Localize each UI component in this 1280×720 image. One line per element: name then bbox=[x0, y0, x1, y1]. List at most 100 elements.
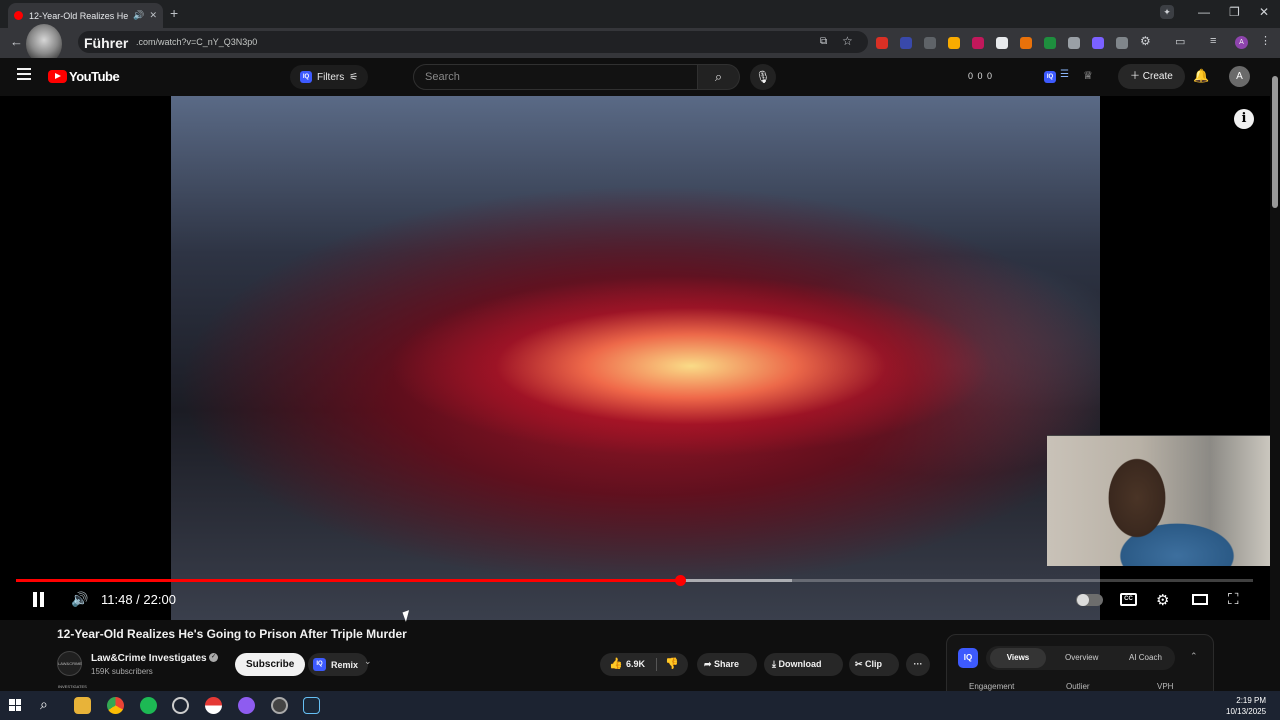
youtube-logo-text[interactable]: YouTube bbox=[69, 69, 120, 84]
extension-orange-icon[interactable] bbox=[1020, 37, 1032, 49]
bookmark-star-icon[interactable]: ☆ bbox=[842, 34, 853, 48]
fullscreen-icon[interactable]: ⛶ bbox=[1228, 591, 1239, 608]
thumbs-down-icon[interactable]: 👎 bbox=[665, 653, 679, 676]
extension-yellow-icon[interactable] bbox=[948, 37, 960, 49]
filters-label: Filters bbox=[317, 71, 345, 83]
search-input[interactable]: Search bbox=[413, 64, 698, 90]
theater-mode-icon[interactable] bbox=[1192, 594, 1208, 605]
obs-icon[interactable] bbox=[172, 697, 189, 714]
pokeball-icon[interactable] bbox=[205, 697, 222, 714]
side-panel-icon[interactable]: ▭ bbox=[1175, 35, 1185, 48]
iq-remix-icon: IQ bbox=[313, 658, 326, 671]
extensions-puzzle-icon[interactable]: ⚙ bbox=[1140, 34, 1151, 48]
windows-start-icon[interactable] bbox=[9, 699, 21, 711]
hamburger-menu-icon[interactable] bbox=[17, 68, 31, 83]
extension-green-icon[interactable] bbox=[1044, 37, 1056, 49]
install-icon[interactable]: ⧉ bbox=[820, 36, 827, 47]
close-window-button[interactable]: ✕ bbox=[1259, 5, 1269, 19]
back-arrow-icon[interactable]: ← bbox=[10, 34, 23, 49]
iq-column-outlier: Outlier bbox=[1066, 682, 1090, 691]
taskbar-search-icon[interactable]: ⌕ bbox=[40, 696, 48, 713]
iq-tab-overview[interactable]: Overview bbox=[1065, 648, 1098, 668]
remix-label: Remix bbox=[331, 659, 359, 670]
profile-avatar-icon[interactable]: A bbox=[1235, 36, 1248, 49]
extension-gray-icon[interactable] bbox=[924, 37, 936, 49]
settings-gear-icon[interactable]: ⚙ bbox=[1156, 591, 1169, 609]
notifications-bell-icon[interactable]: 🔔 bbox=[1193, 68, 1209, 84]
like-dislike-bar: 👍 6.9K 👎 bbox=[600, 653, 688, 676]
more-actions-button[interactable]: ··· bbox=[906, 653, 930, 676]
create-label: Create bbox=[1142, 71, 1173, 82]
microphone-icon[interactable]: 🎙 bbox=[750, 64, 776, 90]
speaker-icon[interactable]: 🔊 bbox=[133, 10, 144, 21]
browser-tab[interactable]: 12-Year-Old Realizes He's G 🔊 ✕ bbox=[8, 3, 163, 28]
steam-icon[interactable] bbox=[303, 697, 320, 714]
media-control-icon[interactable]: ≡ bbox=[1210, 35, 1216, 47]
list-icon[interactable]: ☰ bbox=[1060, 69, 1069, 80]
pause-icon[interactable] bbox=[31, 592, 47, 608]
time-display: 11:48 / 22:00 bbox=[101, 592, 176, 607]
download-button[interactable]: ⤓ Download bbox=[764, 653, 843, 676]
gemini-icon[interactable]: ✦ bbox=[1160, 5, 1174, 19]
share-arrow-icon: ➦ bbox=[704, 659, 715, 669]
clip-label: Clip bbox=[865, 659, 883, 669]
app-icon[interactable] bbox=[271, 697, 288, 714]
extension-white-icon[interactable] bbox=[996, 37, 1008, 49]
youtube-logo-icon[interactable] bbox=[48, 70, 67, 83]
maximize-button[interactable]: ❐ bbox=[1229, 5, 1240, 19]
extension-blue-icon[interactable] bbox=[900, 37, 912, 49]
trophy-icon[interactable]: ♕ bbox=[1083, 69, 1093, 82]
chrome-icon[interactable] bbox=[107, 697, 124, 714]
captions-icon[interactable]: CC bbox=[1120, 593, 1137, 606]
iq-column-vph: VPH bbox=[1157, 682, 1174, 691]
clip-button[interactable]: ✂ Clip bbox=[849, 653, 899, 676]
taskbar-clock[interactable]: 2:19 PM 10/13/2025 bbox=[1226, 695, 1266, 717]
subscribe-button[interactable]: Subscribe bbox=[235, 653, 306, 676]
stats-counters: 0 0 0 bbox=[968, 71, 994, 81]
scrollbar-thumb[interactable] bbox=[1272, 76, 1278, 208]
share-label: Share bbox=[714, 659, 740, 669]
iq-logo-icon: IQ bbox=[958, 648, 978, 668]
browser-tab-bar bbox=[0, 0, 1280, 28]
info-icon[interactable]: i bbox=[1234, 109, 1254, 129]
spotify-icon[interactable] bbox=[140, 697, 157, 714]
new-tab-button[interactable]: + bbox=[170, 5, 178, 21]
minimize-button[interactable]: — bbox=[1198, 5, 1210, 19]
extension-purple-icon[interactable] bbox=[1092, 37, 1104, 49]
extension-pink-icon[interactable] bbox=[972, 37, 984, 49]
volume-icon[interactable]: 🔊 bbox=[71, 591, 88, 608]
chevron-up-icon[interactable]: ⌃ bbox=[1190, 651, 1198, 662]
extension-puzzle-gray-icon[interactable] bbox=[1068, 37, 1080, 49]
like-count[interactable]: 6.9K bbox=[626, 653, 645, 676]
autoplay-toggle[interactable] bbox=[1076, 594, 1103, 606]
extension-camera-icon[interactable] bbox=[1116, 37, 1128, 49]
channel-avatar[interactable]: LAW&CRIME INVESTIGATES bbox=[57, 651, 87, 689]
youtube-favicon-icon bbox=[14, 11, 23, 20]
scissors-icon: ✂ bbox=[855, 659, 866, 669]
account-avatar[interactable]: A bbox=[1229, 66, 1250, 87]
download-label: Download bbox=[778, 659, 822, 669]
plus-icon: ＋ bbox=[1130, 71, 1143, 82]
channel-name[interactable]: Law&Crime Investigates bbox=[91, 653, 207, 664]
discord-icon[interactable] bbox=[238, 697, 255, 714]
progress-scrubber-handle[interactable] bbox=[675, 575, 686, 586]
filters-button[interactable]: IQ Filters ⚟ bbox=[290, 65, 369, 89]
thumbs-up-icon[interactable]: 👍 bbox=[609, 653, 623, 676]
url-field[interactable]: .com/watch?v=C_nY_Q3N3p0 bbox=[78, 31, 868, 53]
subscriber-count: 159K subscribers bbox=[91, 667, 153, 676]
iq-tab-ai-coach[interactable]: AI Coach bbox=[1129, 648, 1162, 668]
extension-red-icon[interactable] bbox=[876, 37, 888, 49]
share-button[interactable]: ➦ Share bbox=[697, 653, 757, 676]
browser-menu-icon[interactable]: ⋮ bbox=[1260, 34, 1271, 47]
tab-title: 12-Year-Old Realizes He's G bbox=[29, 10, 129, 21]
file-explorer-icon[interactable] bbox=[74, 697, 91, 714]
tab-close-icon[interactable]: ✕ bbox=[149, 10, 157, 21]
search-icon[interactable]: ⌕ bbox=[698, 64, 740, 90]
create-button[interactable]: ＋ Create bbox=[1118, 64, 1185, 89]
iq-tab-views[interactable]: Views bbox=[990, 648, 1046, 668]
remix-button[interactable]: IQ Remix bbox=[308, 653, 369, 676]
video-frame-car-taillight[interactable] bbox=[171, 96, 1100, 620]
chevron-down-icon[interactable]: ⌄ bbox=[364, 656, 372, 667]
iq-extension-icon[interactable]: IQ bbox=[1044, 71, 1056, 83]
clock-date: 10/13/2025 bbox=[1226, 707, 1267, 716]
